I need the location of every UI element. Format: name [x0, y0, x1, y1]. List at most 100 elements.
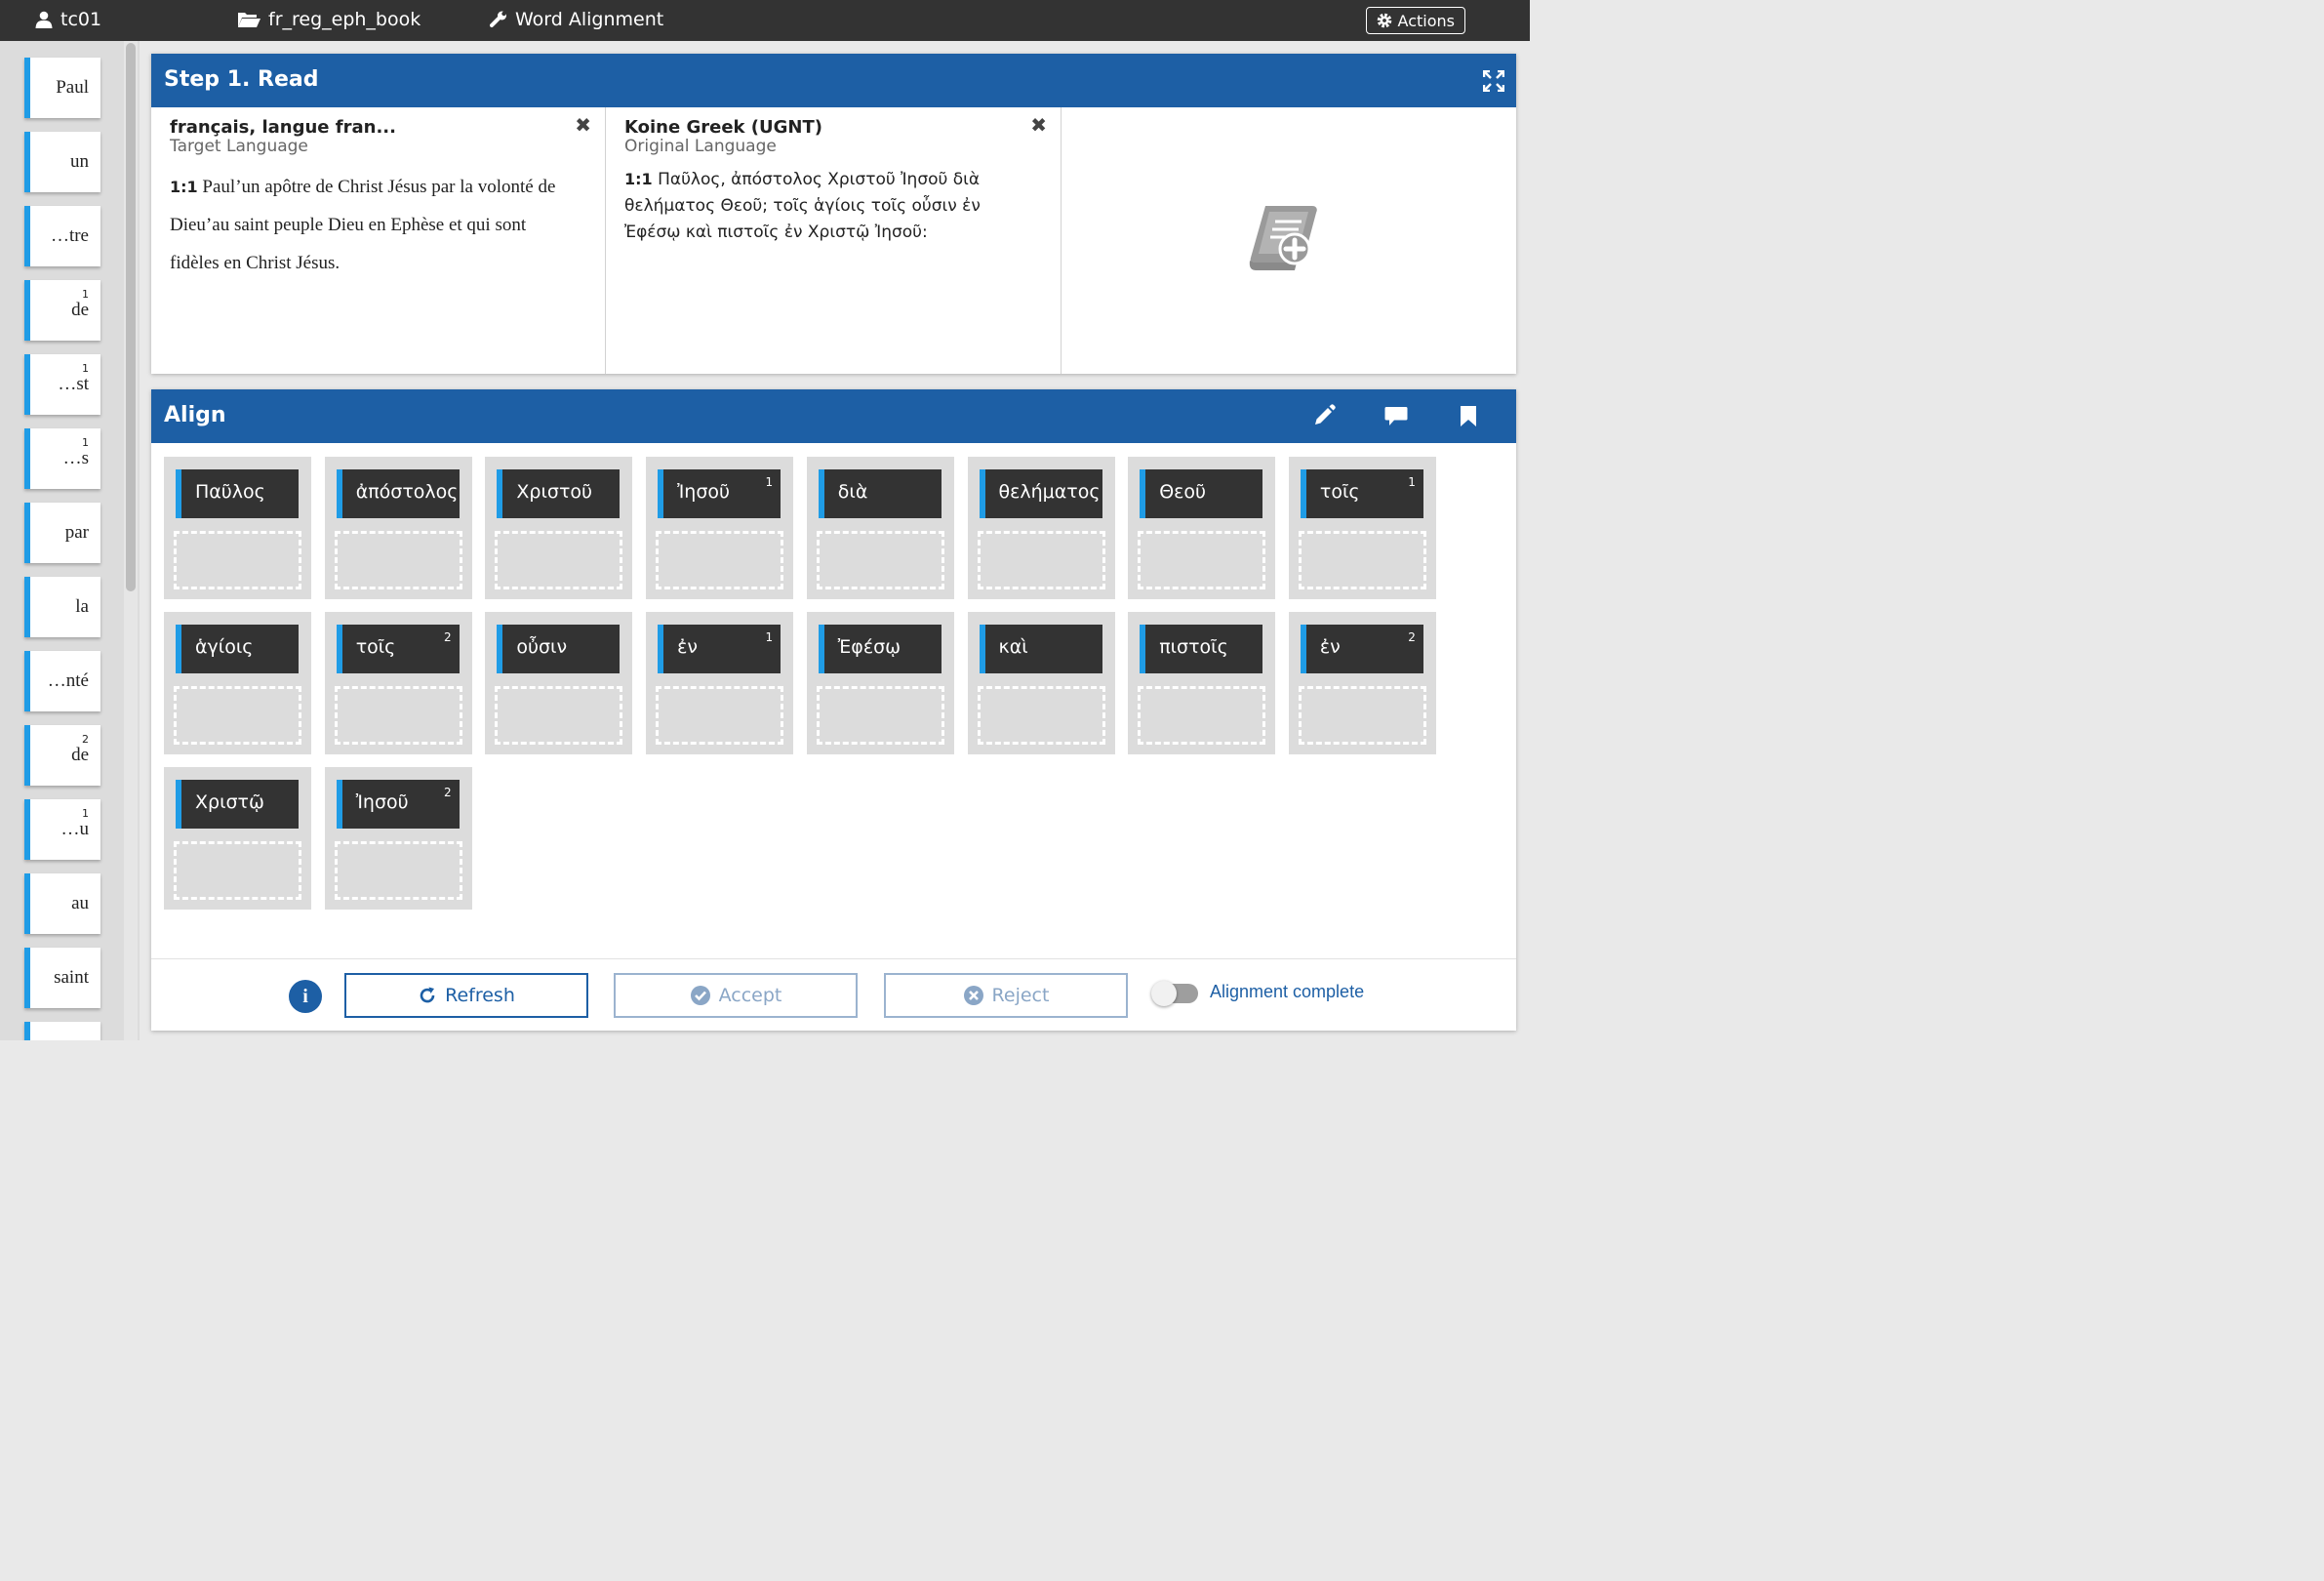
- read-panel-header: Step 1. Read: [151, 54, 1516, 107]
- sidebar-word-occurrence: 1: [82, 436, 89, 449]
- align-panel: Align Παῦλος ἀπόστολος Χριστοῦ Ἰησοῦ 1 διὰ θελ…: [151, 389, 1516, 1031]
- user-icon: [35, 11, 53, 28]
- add-bible-icon[interactable]: [1248, 200, 1326, 274]
- target-word-drop-zone[interactable]: [334, 531, 462, 589]
- original-word-text: τοῖς: [355, 636, 396, 658]
- sidebar-word-occurrence: 2: [82, 733, 89, 746]
- original-word-card[interactable]: Χριστῷ: [176, 780, 299, 829]
- original-word-occurrence: 1: [1408, 475, 1416, 489]
- target-word-drop-zone[interactable]: [174, 531, 301, 589]
- original-word-card[interactable]: Θεοῦ: [1140, 469, 1263, 518]
- original-word-card[interactable]: ἁγίοις: [176, 625, 299, 673]
- target-word-drop-zone[interactable]: [1298, 531, 1426, 589]
- sidebar-word-card[interactable]: …s 1: [24, 428, 100, 489]
- expand-icon[interactable]: [1483, 70, 1504, 92]
- target-word-drop-zone[interactable]: [334, 841, 462, 900]
- target-word-drop-zone[interactable]: [816, 531, 944, 589]
- original-verse-text: Παῦλος, ἀπόστολος Χριστοῦ Ἰησοῦ διὰ θελή…: [624, 170, 981, 242]
- project-name: fr_reg_eph_book: [268, 9, 421, 30]
- original-word-card[interactable]: Παῦλος: [176, 469, 299, 518]
- sidebar-word-card[interactable]: Paul: [24, 58, 100, 118]
- close-original-pane-button[interactable]: ✖: [1030, 113, 1047, 137]
- original-word-card[interactable]: Ἐφέσῳ: [818, 625, 942, 673]
- target-word-drop-zone[interactable]: [1298, 686, 1426, 745]
- target-word-drop-zone[interactable]: [656, 531, 784, 589]
- sidebar-word-card[interactable]: de 1: [24, 280, 100, 341]
- original-word-card[interactable]: καὶ: [979, 625, 1102, 673]
- original-word-card[interactable]: ἐν 1: [658, 625, 781, 673]
- sidebar-word-card[interactable]: …tre: [24, 206, 100, 266]
- sidebar-word-card[interactable]: au: [24, 873, 100, 934]
- gear-icon: [1377, 13, 1391, 28]
- sidebar-word-card[interactable]: un: [24, 132, 100, 192]
- info-button[interactable]: i: [289, 980, 322, 1013]
- alignment-box: ἁγίοις: [164, 612, 311, 754]
- original-word-text: διὰ: [837, 481, 868, 503]
- tool-menu[interactable]: Word Alignment: [490, 9, 663, 30]
- folder-open-icon: [238, 13, 260, 27]
- sidebar-word-card[interactable]: …st 1: [24, 354, 100, 415]
- alignment-box: θελήματος: [967, 457, 1115, 599]
- close-target-pane-button[interactable]: ✖: [575, 113, 591, 137]
- original-word-card[interactable]: τοῖς 2: [336, 625, 460, 673]
- original-word-card[interactable]: ἐν 2: [1300, 625, 1423, 673]
- original-word-occurrence: 2: [444, 630, 452, 644]
- alignment-box: τοῖς 2: [324, 612, 472, 754]
- refresh-label: Refresh: [445, 985, 515, 1006]
- target-word-drop-zone[interactable]: [1138, 686, 1266, 745]
- original-word-text: Θεοῦ: [1159, 481, 1207, 503]
- original-word-card[interactable]: θελήματος: [979, 469, 1102, 518]
- refresh-button[interactable]: Refresh: [344, 973, 588, 1018]
- sidebar-word-card[interactable]: par: [24, 503, 100, 563]
- alignment-box: οὖσιν: [485, 612, 633, 754]
- original-word-card[interactable]: Ἰησοῦ 2: [336, 780, 460, 829]
- actions-label: Actions: [1397, 11, 1455, 30]
- reject-button[interactable]: Reject: [884, 973, 1128, 1018]
- target-word-drop-zone[interactable]: [656, 686, 784, 745]
- accept-button[interactable]: Accept: [614, 973, 858, 1018]
- original-word-card[interactable]: πιστοῖς: [1140, 625, 1263, 673]
- target-word-drop-zone[interactable]: [334, 686, 462, 745]
- actions-button[interactable]: Actions: [1365, 7, 1465, 34]
- target-word-drop-zone[interactable]: [174, 686, 301, 745]
- target-word-drop-zone[interactable]: [174, 841, 301, 900]
- accept-label: Accept: [718, 985, 782, 1006]
- target-word-drop-zone[interactable]: [977, 531, 1105, 589]
- sidebar-word-card[interactable]: la: [24, 577, 100, 637]
- original-word-card[interactable]: τοῖς 1: [1300, 469, 1423, 518]
- pencil-icon[interactable]: [1312, 404, 1336, 427]
- original-verse-ref: 1:1: [624, 170, 653, 188]
- sidebar-scroll-thumb[interactable]: [126, 43, 136, 591]
- sidebar-word-card[interactable]: de 2: [24, 725, 100, 786]
- target-word-drop-zone[interactable]: [495, 686, 623, 745]
- bookmark-icon[interactable]: [1460, 406, 1477, 427]
- target-word-drop-zone[interactable]: [977, 686, 1105, 745]
- original-word-card[interactable]: Χριστοῦ: [497, 469, 621, 518]
- original-word-card[interactable]: Ἰησοῦ 1: [658, 469, 781, 518]
- user-name: tc01: [60, 9, 102, 30]
- user-menu[interactable]: tc01: [35, 9, 101, 30]
- alignment-complete-toggle[interactable]: [1151, 981, 1198, 1006]
- original-word-card[interactable]: ἀπόστολος: [336, 469, 460, 518]
- sidebar-word-text: saint: [54, 967, 89, 988]
- project-menu[interactable]: fr_reg_eph_book: [237, 9, 421, 30]
- original-word-card[interactable]: διὰ: [818, 469, 942, 518]
- sidebar-word-card[interactable]: [24, 1022, 100, 1040]
- original-word-card[interactable]: οὖσιν: [497, 625, 621, 673]
- original-word-text: ἀπόστολος: [355, 481, 459, 503]
- original-language-subtitle: Original Language: [624, 137, 777, 156]
- sidebar-word-card[interactable]: …u 1: [24, 799, 100, 860]
- original-word-text: πιστοῖς: [1159, 636, 1228, 658]
- original-word-occurrence: 2: [444, 786, 452, 799]
- target-word-drop-zone[interactable]: [816, 686, 944, 745]
- original-word-occurrence: 2: [1408, 630, 1416, 644]
- target-word-drop-zone[interactable]: [1138, 531, 1266, 589]
- target-verse-text: Paul’un apôtre de Christ Jésus par la vo…: [170, 177, 556, 273]
- sidebar-word-card[interactable]: …nté: [24, 651, 100, 711]
- original-word-text: καὶ: [998, 636, 1028, 658]
- target-word-drop-zone[interactable]: [495, 531, 623, 589]
- alignment-box: ἐν 2: [1288, 612, 1436, 754]
- sidebar-word-card[interactable]: saint: [24, 948, 100, 1008]
- comment-icon[interactable]: [1384, 406, 1408, 427]
- align-panel-title: Align: [164, 403, 226, 427]
